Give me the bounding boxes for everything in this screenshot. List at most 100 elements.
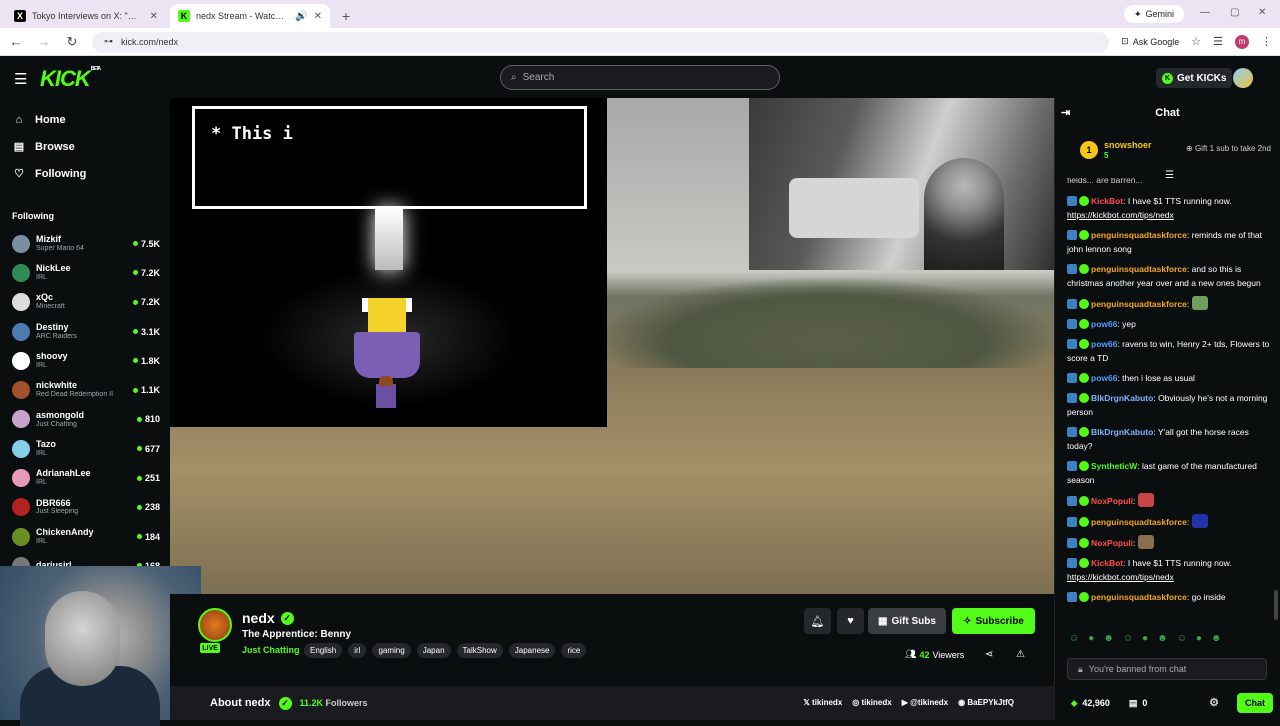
gemini-icon: ✦	[1133, 8, 1142, 19]
new-tab-button[interactable]: +	[342, 8, 350, 24]
close-tab-icon[interactable]: ✕	[314, 11, 322, 22]
chat-scrollbar[interactable]	[1274, 590, 1278, 620]
chat-link[interactable]: https://kickbot.com/tips/nedx	[1067, 210, 1174, 220]
gemini-button[interactable]: ✦ Gemini	[1123, 5, 1184, 23]
emote-icon[interactable]: ●	[1142, 633, 1148, 644]
forward-icon[interactable]: →	[36, 34, 52, 49]
minimize-icon[interactable]: —	[1200, 7, 1210, 18]
following-item[interactable]: nickwhite Red Dead Redemption II 1.1K	[0, 375, 170, 404]
kicks-balance[interactable]: 42,960	[1082, 698, 1110, 708]
chat-username[interactable]: pow66	[1091, 339, 1117, 349]
chat-link[interactable]: https://kickbot.com/tips/nedx	[1067, 572, 1174, 582]
sidebar-nav-browse[interactable]: ▤ Browse	[0, 133, 170, 160]
chat-username[interactable]: KickBot	[1091, 196, 1123, 206]
emote-icon[interactable]: ☻	[1211, 633, 1222, 644]
chat-username[interactable]: BlkDrgnKabuto	[1091, 427, 1153, 437]
close-window-icon[interactable]: ✕	[1258, 7, 1266, 18]
share-icon[interactable]: ⋖	[985, 649, 993, 660]
ask-google-button[interactable]: ⊡ Ask Google	[1121, 36, 1179, 47]
chat-username[interactable]: KickBot	[1091, 558, 1123, 568]
following-item[interactable]: asmongold Just Chatting 810	[0, 405, 170, 434]
chat-username[interactable]: pow66	[1091, 373, 1117, 383]
video-player[interactable]: * This i	[170, 98, 1054, 594]
sidebar-nav-home[interactable]: ⌂ Home	[0, 106, 170, 133]
chat-username[interactable]: penguinsquadtaskforce	[1091, 592, 1187, 602]
chat-username[interactable]: SyntheticW	[1091, 461, 1137, 471]
close-tab-icon[interactable]: ✕	[150, 11, 158, 22]
menu-dots-icon[interactable]: ⋮	[1261, 35, 1272, 48]
back-icon[interactable]: ←	[8, 34, 24, 49]
stream-category[interactable]: Just Chatting	[242, 645, 300, 655]
search-input[interactable]: ⌕ Search	[500, 65, 780, 90]
bookmark-star-icon[interactable]: ☆	[1191, 35, 1201, 48]
chat-username[interactable]: NoxPopuli	[1091, 538, 1133, 548]
stream-tag[interactable]: Japan	[416, 643, 451, 658]
url-bar[interactable]: ⊶ kick.com/nedx	[92, 31, 1110, 52]
stream-tag[interactable]: gaming	[372, 643, 411, 658]
profile-avatar[interactable]: m	[1235, 34, 1249, 49]
gift-prompt[interactable]: ⊕ Gift 1 sub to take 2nd	[1186, 144, 1271, 153]
viewer-number: 677	[144, 443, 160, 454]
live-dot-icon	[136, 534, 142, 540]
following-item[interactable]: xQc Minecraft 7.2K	[0, 288, 170, 317]
following-item[interactable]: ChickenAndy IRL 184	[0, 522, 170, 551]
emote-icon[interactable]: ●	[1088, 633, 1094, 644]
follow-heart-button[interactable]: ♥	[837, 608, 864, 634]
get-kicks-button[interactable]: K Get KICKs	[1156, 68, 1233, 88]
emote-icon[interactable]: ☺	[1177, 633, 1187, 644]
social-link-youtube[interactable]: ▶ @tikinedx	[902, 698, 948, 707]
chat-username[interactable]: NoxPopuli	[1091, 496, 1133, 506]
chat-username[interactable]: penguinsquadtaskforce	[1091, 517, 1187, 527]
social-link-instagram[interactable]: ◎ tikinedx	[852, 698, 891, 707]
emote-icon[interactable]: ●	[1196, 633, 1202, 644]
subscribe-button[interactable]: ✧ Subscribe	[952, 608, 1035, 634]
social-link-discord[interactable]: ◉ BaEPYkJtfQ	[958, 698, 1014, 707]
following-item[interactable]: DBR666 Just Sleeping 238	[0, 493, 170, 522]
emote-icon[interactable]: ☻	[1103, 633, 1114, 644]
hamburger-menu-icon[interactable]: ☰	[14, 70, 27, 88]
game-dialog-box: * This i	[192, 106, 587, 209]
stream-tag[interactable]: rice	[561, 643, 587, 658]
emote-icon[interactable]: ☻	[1157, 633, 1168, 644]
following-item[interactable]: NickLee IRL 7.2K	[0, 258, 170, 287]
chat-username[interactable]: pow66	[1091, 319, 1117, 329]
emote-bar: ☺ ● ☻ ☺ ● ☻ ☺ ● ☻	[1069, 633, 1221, 644]
user-avatar[interactable]	[1233, 68, 1253, 88]
stream-tag[interactable]: English	[304, 643, 343, 658]
kick-logo[interactable]: KICKBETA	[40, 66, 101, 92]
sidebar-nav-following[interactable]: ♡ Following	[0, 160, 170, 187]
emote-icon[interactable]: ☺	[1069, 633, 1079, 644]
browser-tab[interactable]: X Tokyo Interviews on X: "@callis ✕	[6, 4, 166, 28]
chat-settings-icon[interactable]: ⚙	[1209, 696, 1219, 709]
following-item[interactable]: AdrianahLee IRL 251	[0, 463, 170, 492]
reading-list-icon[interactable]: ☰	[1213, 35, 1223, 48]
gift-subs-button[interactable]: ▦ Gift Subs	[868, 608, 946, 634]
report-icon[interactable]: ⚠	[1016, 649, 1025, 660]
social-link-x[interactable]: 𝕏 tikinedx	[803, 698, 842, 707]
chat-username[interactable]: penguinsquadtaskforce	[1091, 264, 1187, 274]
browser-tab-active[interactable]: K nedx Stream - Watch Live o 🔊 ✕	[170, 4, 330, 28]
following-item[interactable]: Destiny ARC Raiders 3.1K	[0, 317, 170, 346]
maximize-icon[interactable]: ▢	[1230, 7, 1239, 18]
following-item[interactable]: Mizkif Super Mario 64 7.5K	[0, 229, 170, 258]
audio-icon[interactable]: 🔊	[295, 11, 307, 22]
chat-send-button[interactable]: Chat	[1237, 693, 1273, 713]
stream-tag[interactable]: Japanese	[508, 643, 556, 658]
following-item[interactable]: Tazo IRL 677	[0, 434, 170, 463]
emote-icon[interactable]: ☺	[1123, 633, 1133, 644]
leader-info[interactable]: snowshoer 5	[1104, 140, 1152, 160]
chat-username[interactable]: BlkDrgnKabuto	[1091, 393, 1153, 403]
streamer-avatar[interactable]	[198, 608, 232, 642]
following-item[interactable]: shoovy IRL 1.8K	[0, 346, 170, 375]
streamer-name[interactable]: nedx ✓	[242, 610, 294, 626]
chat-username[interactable]: penguinsquadtaskforce	[1091, 230, 1187, 240]
reload-icon[interactable]: ↻	[64, 34, 80, 50]
site-info-icon[interactable]: ⊶	[104, 36, 113, 47]
notification-bell-button[interactable]: 🔔︎	[804, 608, 831, 634]
stream-tag[interactable]: irl	[348, 643, 367, 658]
collapse-chat-icon[interactable]: ⇥	[1061, 106, 1070, 119]
chat-input[interactable]: 🔒︎ You're banned from chat	[1067, 658, 1267, 680]
stream-tag[interactable]: TalkShow	[456, 643, 503, 658]
chat-username[interactable]: penguinsquadtaskforce	[1091, 299, 1187, 309]
subs-count[interactable]: 0	[1142, 698, 1147, 708]
